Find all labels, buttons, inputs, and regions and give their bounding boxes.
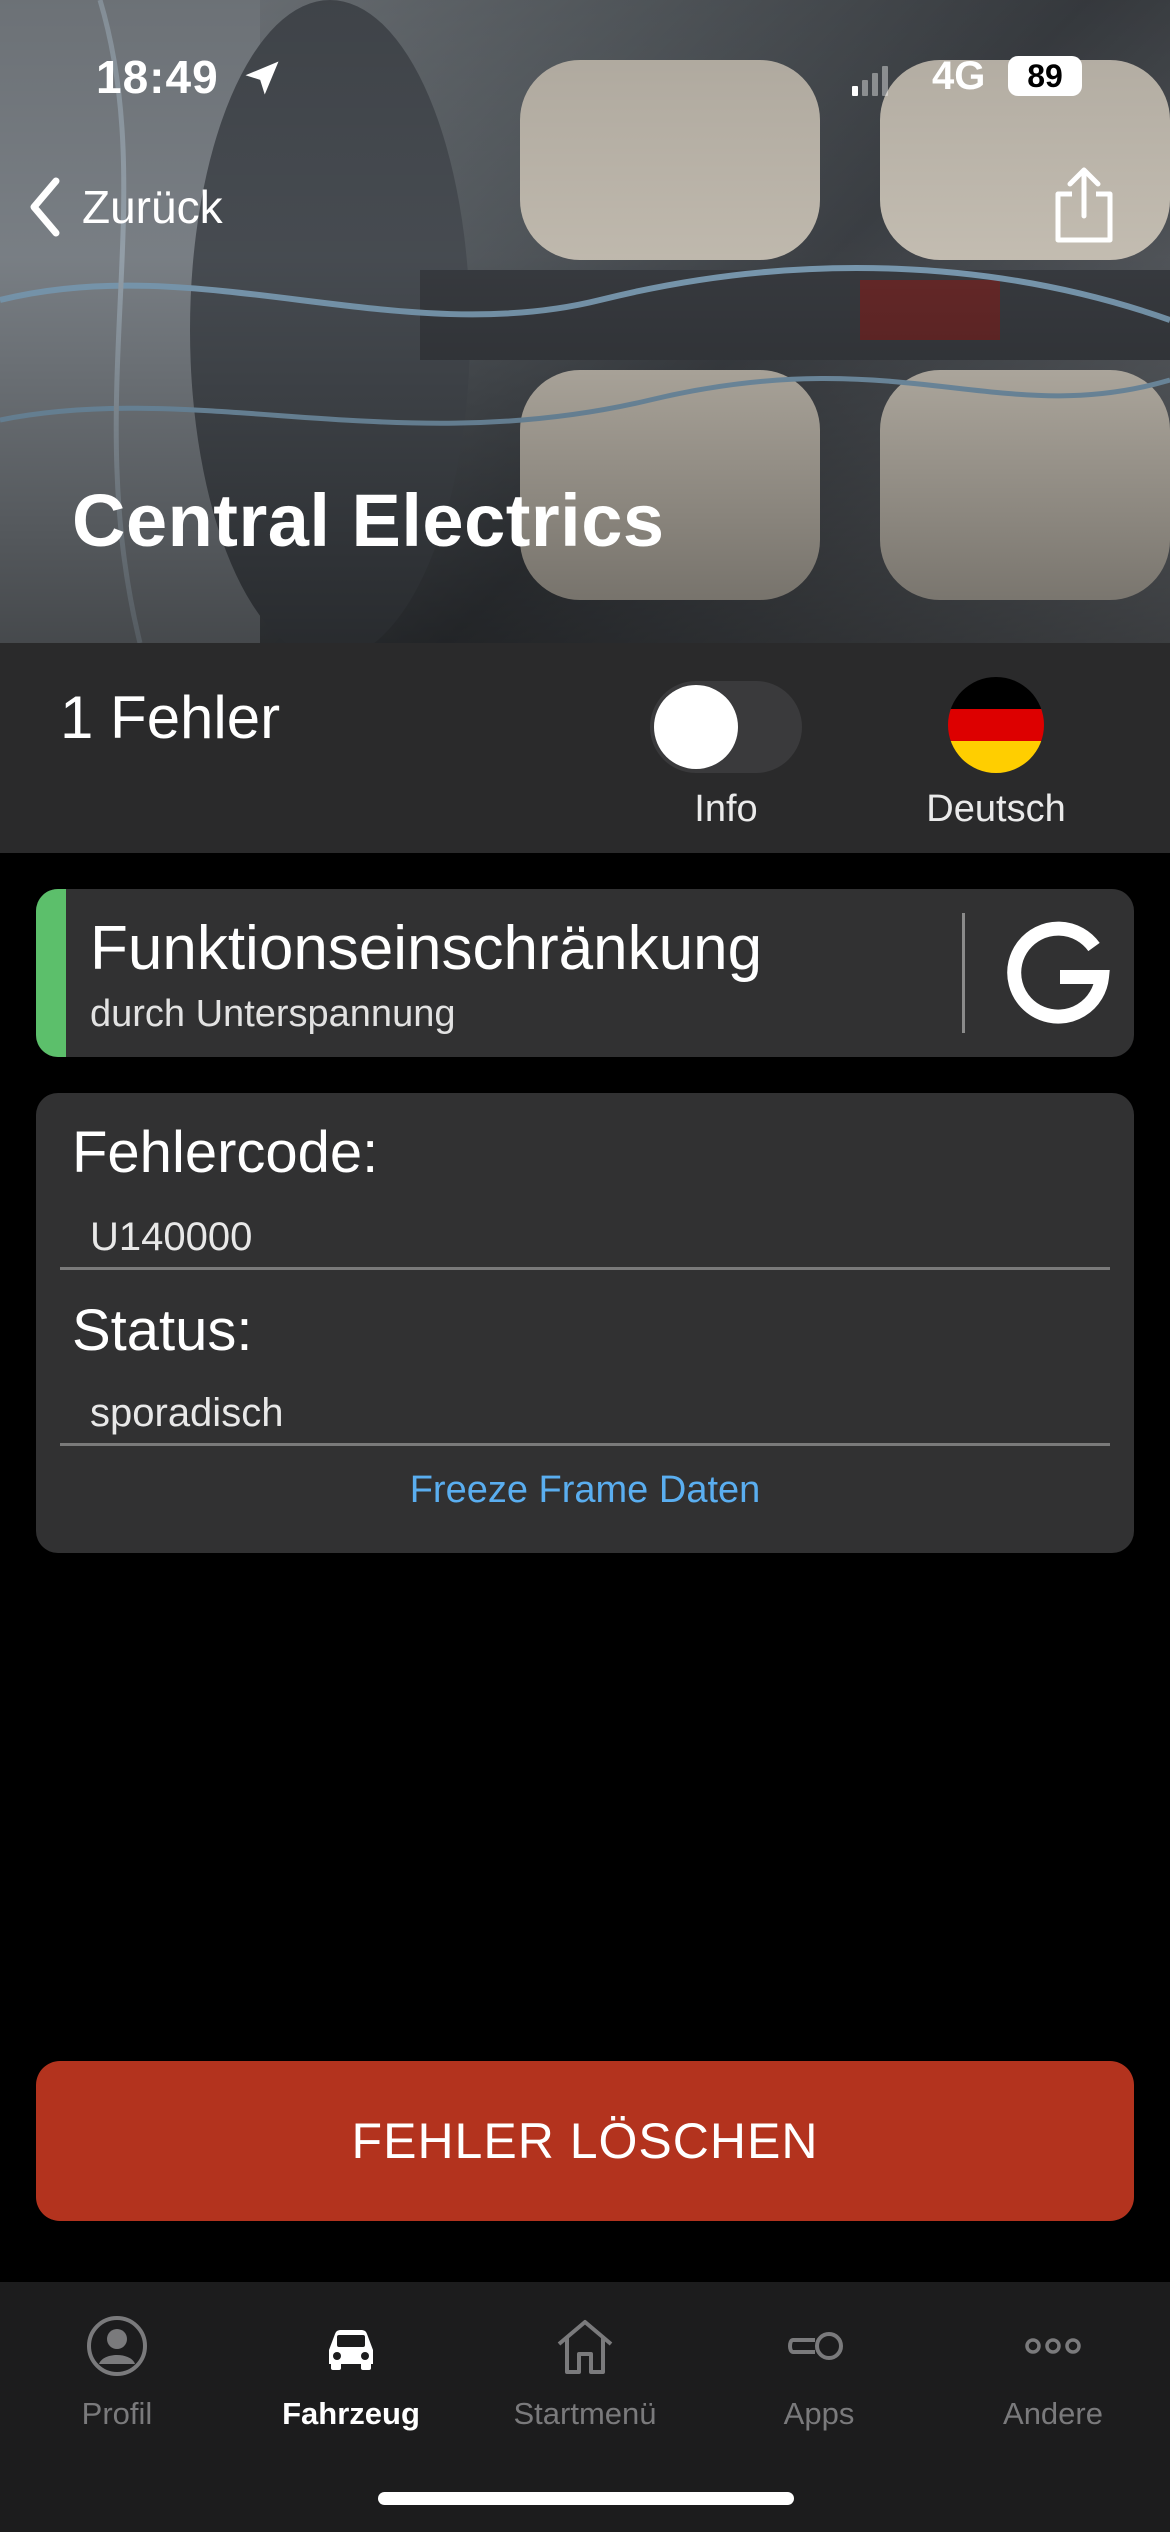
tab-fahrzeug[interactable]: Fahrzeug [234,2310,468,2432]
german-flag-icon[interactable] [948,677,1044,773]
back-label: Zurück [82,181,223,233]
fault-subtitle: durch Unterspannung [90,993,456,1035]
divider [60,1443,1110,1446]
home-icon [557,2320,613,2374]
location-arrow-icon [245,61,279,95]
vertical-divider [962,913,965,1033]
tab-label: Andere [1003,2396,1103,2431]
freeze-frame-link[interactable]: Freeze Frame Daten [36,1469,1134,1512]
info-toggle-label: Info [694,788,758,830]
more-icon [1025,2338,1081,2354]
cellular-signal-icon [852,66,888,96]
fault-card[interactable]: Funktionseinschränkung durch Unterspannu… [36,889,1134,1057]
share-icon[interactable] [1052,164,1116,246]
battery-indicator: 89 [1008,56,1082,96]
tab-andere[interactable]: Andere [936,2310,1170,2432]
status-time: 18:49 [96,51,219,103]
apps-toggle-icon [788,2332,843,2360]
fault-code-value: U140000 [90,1215,253,1259]
back-button[interactable]: Zurück [26,172,223,242]
tab-label: Profil [81,2396,153,2431]
fault-summary-bar: 1 Fehler Info Deutsch [0,643,1170,853]
tab-profil[interactable]: Profil [0,2310,234,2432]
tab-apps[interactable]: Apps [702,2310,936,2432]
tab-label: Apps [783,2396,855,2431]
divider [60,1267,1110,1270]
page-title: Central Electrics [72,479,665,562]
severity-accent [36,889,66,1057]
info-toggle[interactable] [650,681,802,773]
tab-label: Startmenü [513,2396,657,2431]
hero-header: 18:49 4G 89 Zurück Central Electrics [0,0,1170,643]
status-value: sporadisch [90,1391,284,1435]
language-label[interactable]: Deutsch [896,788,1096,831]
fault-code-label: Fehlercode: [72,1120,379,1185]
profile-icon [87,2316,147,2376]
delete-faults-button[interactable]: FEHLER LÖSCHEN [36,2061,1134,2221]
tab-startmenue[interactable]: Startmenü [468,2310,702,2432]
home-indicator[interactable] [378,2492,794,2505]
network-type: 4G [932,54,986,98]
status-label: Status: [72,1298,253,1363]
fault-title: Funktionseinschränkung [90,914,763,983]
car-icon [329,2330,373,2370]
toggle-knob [654,685,738,769]
tab-label: Fahrzeug [282,2396,420,2431]
google-g-icon[interactable] [998,913,1118,1033]
fault-count: 1 Fehler [60,684,281,751]
chevron-left-icon [30,177,60,237]
fault-details-card: Fehlercode: U140000 Status: sporadisch F… [36,1093,1134,1553]
